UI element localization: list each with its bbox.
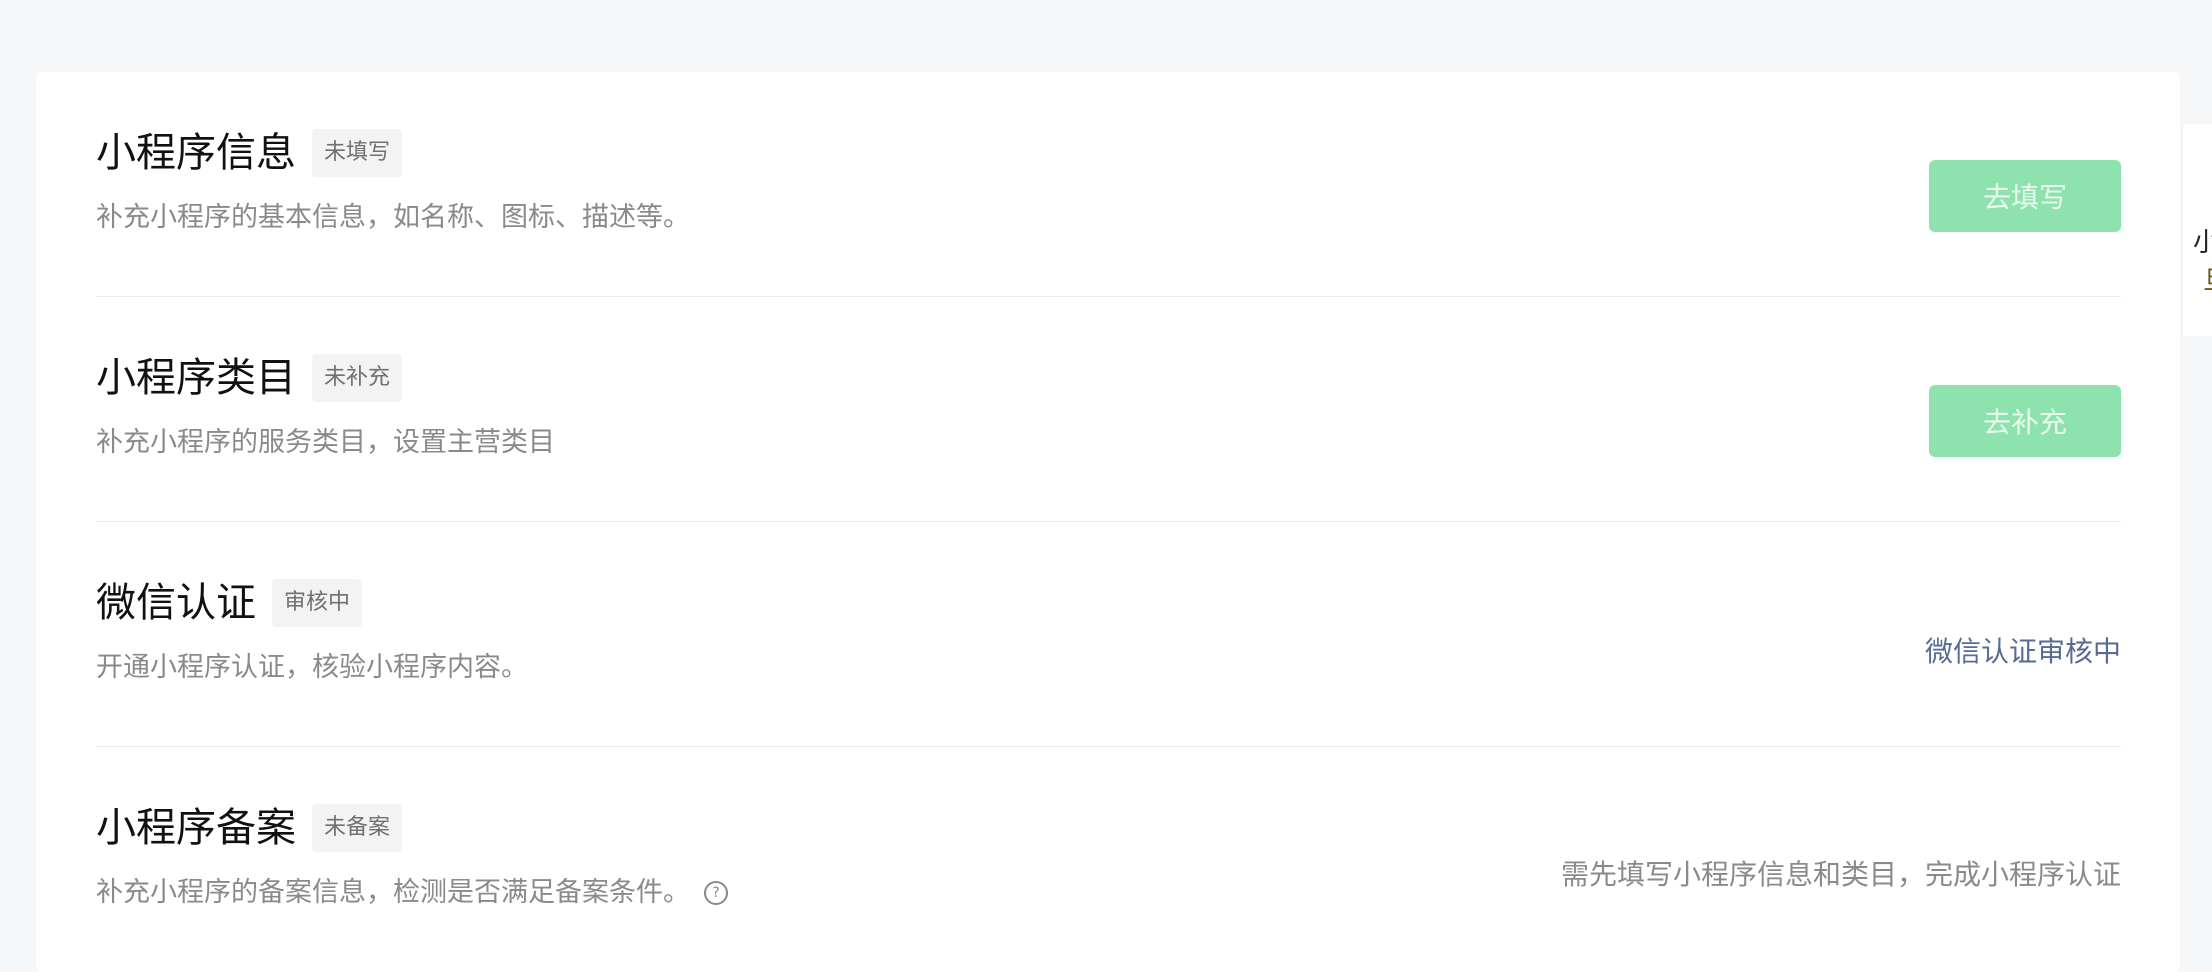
registration-card: 小程序信息 未填写 补充小程序的基本信息，如名称、图标、描述等。 去填写 小程序… [36, 72, 2180, 972]
section-header: 微信认证 审核中 [96, 578, 363, 628]
section-title: 小程序信息 [96, 130, 296, 176]
section-mini-program-info: 小程序信息 未填写 补充小程序的基本信息，如名称、图标、描述等。 去填写 [96, 72, 2121, 297]
section-header: 小程序类目 未补充 [96, 353, 403, 403]
section-header: 小程序信息 未填写 [96, 128, 403, 178]
section-description: 补充小程序的备案信息，检测是否满足备案条件。 ? [96, 875, 728, 911]
status-badge: 未填写 [312, 129, 403, 177]
description-text: 补充小程序的备案信息，检测是否满足备案条件。 [96, 877, 690, 908]
description-text: 开通小程序认证，核验小程序内容。 [96, 652, 528, 683]
section-description: 补充小程序的基本信息，如名称、图标、描述等。 [96, 200, 690, 236]
status-badge: 审核中 [272, 579, 363, 627]
section-description: 补充小程序的服务类目，设置主营类目 [96, 425, 555, 461]
section-header: 小程序备案 未备案 [96, 803, 403, 853]
status-badge: 未备案 [312, 804, 403, 852]
fill-info-button[interactable]: 去填写 [1929, 160, 2121, 232]
section-mini-program-filing: 小程序备案 未备案 补充小程序的备案信息，检测是否满足备案条件。 ? 需先填写小… [96, 747, 2121, 972]
verification-status-link[interactable]: 微信认证审核中 [1925, 634, 2121, 670]
section-title: 小程序类目 [96, 355, 296, 401]
description-text: 补充小程序的基本信息，如名称、图标、描述等。 [96, 202, 690, 233]
add-category-button[interactable]: 去补充 [1929, 385, 2121, 457]
section-title: 微信认证 [96, 580, 256, 626]
section-description: 开通小程序认证，核验小程序内容。 [96, 650, 528, 686]
side-tab-text-2: 旦 [2203, 266, 2212, 296]
description-text: 补充小程序的服务类目，设置主营类目 [96, 427, 555, 458]
side-tab-text-1: 小 [2193, 228, 2212, 258]
filing-prerequisite-note: 需先填写小程序信息和类目，完成小程序认证 [1560, 858, 2121, 891]
section-title: 小程序备案 [96, 805, 296, 851]
status-badge: 未补充 [312, 354, 403, 402]
section-mini-program-category: 小程序类目 未补充 补充小程序的服务类目，设置主营类目 去补充 [96, 297, 2121, 522]
side-floating-tab[interactable]: 小 旦 [2182, 124, 2212, 336]
section-wechat-verification: 微信认证 审核中 开通小程序认证，核验小程序内容。 微信认证审核中 [96, 522, 2121, 747]
help-icon[interactable]: ? [704, 881, 728, 905]
